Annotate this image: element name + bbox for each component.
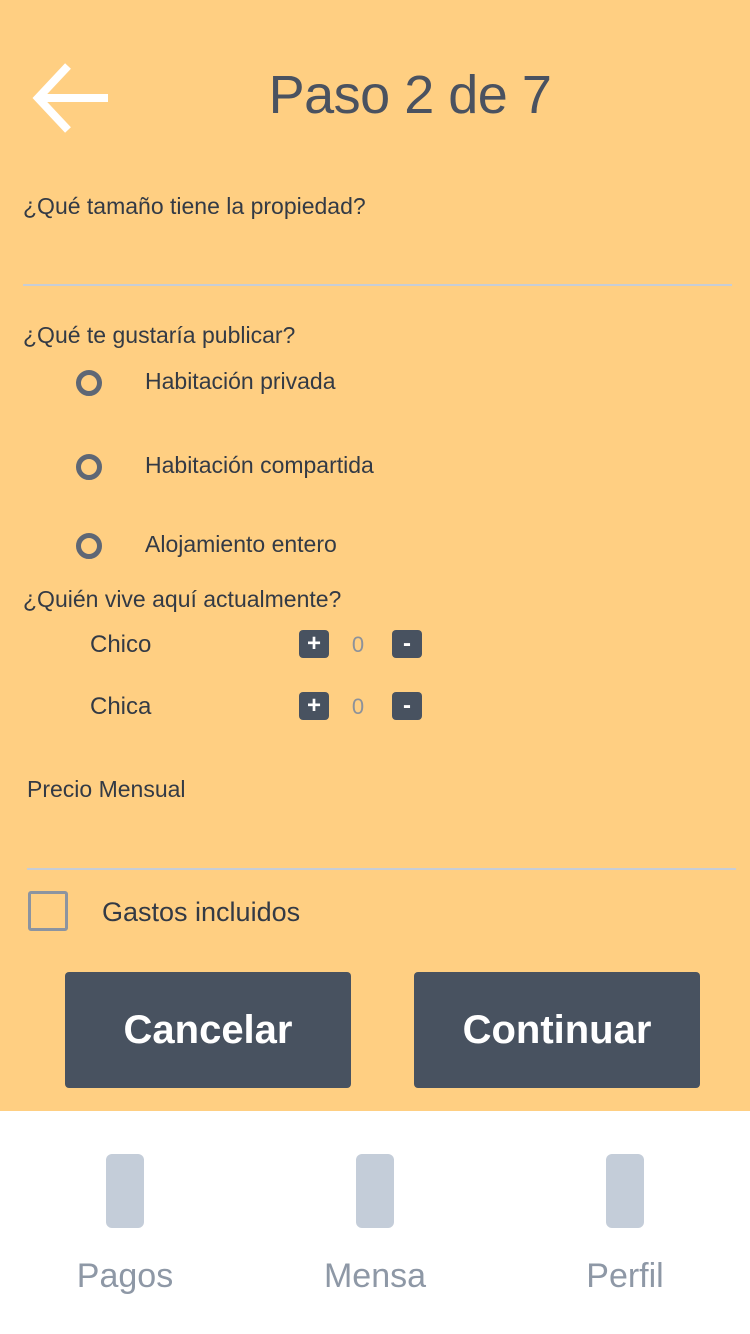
size-question: ¿Qué tamaño tiene la propiedad? [23, 193, 366, 219]
cancel-button[interactable]: Cancelar [65, 972, 351, 1088]
tab-bar: Pagos Mensa Perfil [0, 1111, 750, 1334]
chica-plus-button[interactable]: + [299, 692, 329, 720]
price-input[interactable] [27, 820, 736, 862]
chico-plus-button[interactable]: + [299, 630, 329, 658]
size-input-underline [23, 284, 732, 286]
tab-pagos[interactable]: Pagos [0, 1111, 250, 1334]
price-input-underline [27, 868, 736, 870]
counter-label-chico: Chico [90, 631, 152, 658]
back-button[interactable] [30, 60, 114, 140]
mensajes-icon [356, 1154, 394, 1228]
radio-circle-icon [76, 533, 102, 559]
counter-label-chica: Chica [90, 693, 152, 720]
tab-label: Perfil [586, 1257, 664, 1295]
expenses-label: Gastos incluidos [102, 897, 301, 927]
form-area: Paso 2 de 7 ¿Qué tamaño tiene la propied… [0, 0, 750, 1111]
radio-label: Habitación compartida [145, 452, 374, 478]
publish-question: ¿Qué te gustaría publicar? [23, 322, 296, 348]
screen: Paso 2 de 7 ¿Qué tamaño tiene la propied… [0, 0, 750, 1334]
tab-label: Mensa [323, 1257, 427, 1295]
tab-label: Pagos [76, 1257, 174, 1295]
radio-circle-icon [76, 454, 102, 480]
size-input[interactable] [23, 236, 732, 278]
tab-mensajes[interactable]: Mensa [250, 1111, 500, 1334]
radio-label: Alojamiento entero [145, 531, 337, 557]
tab-perfil[interactable]: Perfil [500, 1111, 750, 1334]
page-title: Paso 2 de 7 [268, 65, 552, 125]
arrow-left-icon [32, 63, 108, 133]
price-label: Precio Mensual [27, 776, 186, 802]
radio-circle-icon [76, 370, 102, 396]
pagos-icon [106, 1154, 144, 1228]
perfil-icon [606, 1154, 644, 1228]
residents-question: ¿Quién vive aquí actualmente? [23, 586, 342, 612]
chica-count: 0 [351, 694, 365, 719]
continue-button[interactable]: Continuar [414, 972, 700, 1088]
chica-minus-button[interactable]: - [392, 692, 422, 720]
chico-minus-button[interactable]: - [392, 630, 422, 658]
chico-count: 0 [351, 632, 365, 657]
expenses-checkbox[interactable] [28, 891, 68, 931]
radio-label: Habitación privada [145, 368, 336, 394]
